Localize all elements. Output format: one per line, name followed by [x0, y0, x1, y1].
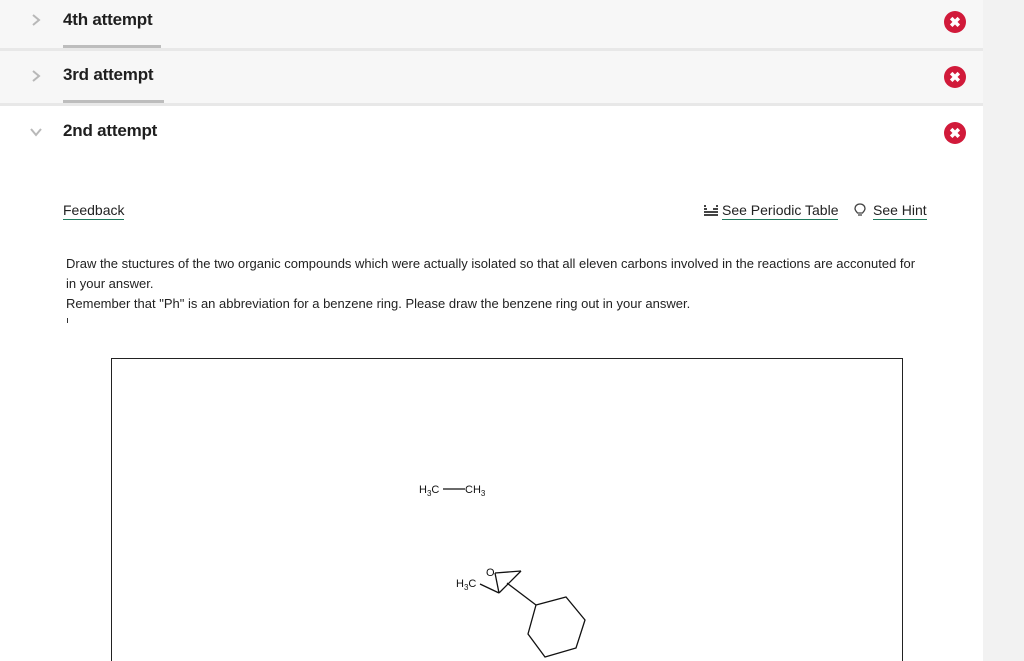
- chevron-right-icon[interactable]: [29, 13, 43, 27]
- chevron-down-icon[interactable]: [29, 125, 43, 139]
- see-periodic-table-link[interactable]: See Periodic Table: [722, 202, 839, 220]
- molecule-drawing: H3C CH3 O H3C: [419, 484, 586, 658]
- lightbulb-icon[interactable]: [853, 203, 867, 217]
- see-hint-link[interactable]: See Hint: [873, 202, 927, 220]
- incorrect-icon: ✖: [944, 66, 966, 88]
- ethane-molecule: H3C CH3: [419, 484, 486, 498]
- attempt-label[interactable]: 3rd attempt: [63, 65, 154, 85]
- attempt-label[interactable]: 2nd attempt: [63, 121, 157, 141]
- ethane-right-label: CH3: [465, 484, 486, 498]
- attempt-row-2nd[interactable]: 2nd attempt ✖: [0, 106, 983, 166]
- chevron-right-icon[interactable]: [29, 69, 43, 83]
- tab-underline: [63, 100, 164, 103]
- periodic-table-icon[interactable]: [704, 203, 718, 217]
- structure-drawing-canvas[interactable]: H3C CH3 O H3C: [111, 358, 903, 661]
- epoxide-methyl-label: H3C: [456, 578, 476, 592]
- attempt-row-3rd[interactable]: 3rd attempt ✖: [0, 51, 983, 106]
- tab-underline: [63, 45, 161, 48]
- ethane-left-label: H3C: [419, 484, 439, 498]
- right-gutter: [983, 0, 1024, 661]
- text-cursor-mark: [67, 318, 68, 323]
- incorrect-icon: ✖: [944, 122, 966, 144]
- epoxide-oxygen-label: O: [486, 567, 495, 579]
- attempt-history-page: 4th attempt ✖ 3rd attempt ✖ 2nd attempt …: [0, 0, 1024, 661]
- question-text: Draw the stuctures of the two organic co…: [66, 256, 916, 291]
- attempt-label[interactable]: 4th attempt: [63, 10, 153, 30]
- incorrect-icon: ✖: [944, 11, 966, 33]
- question-instructions: Draw the stuctures of the two organic co…: [66, 254, 916, 314]
- attempt-row-4th[interactable]: 4th attempt ✖: [0, 0, 983, 51]
- question-note: Remember that "Ph" is an abbreviation fo…: [66, 296, 691, 311]
- feedback-link[interactable]: Feedback: [63, 202, 125, 220]
- epoxide-molecule: O H3C: [456, 567, 586, 658]
